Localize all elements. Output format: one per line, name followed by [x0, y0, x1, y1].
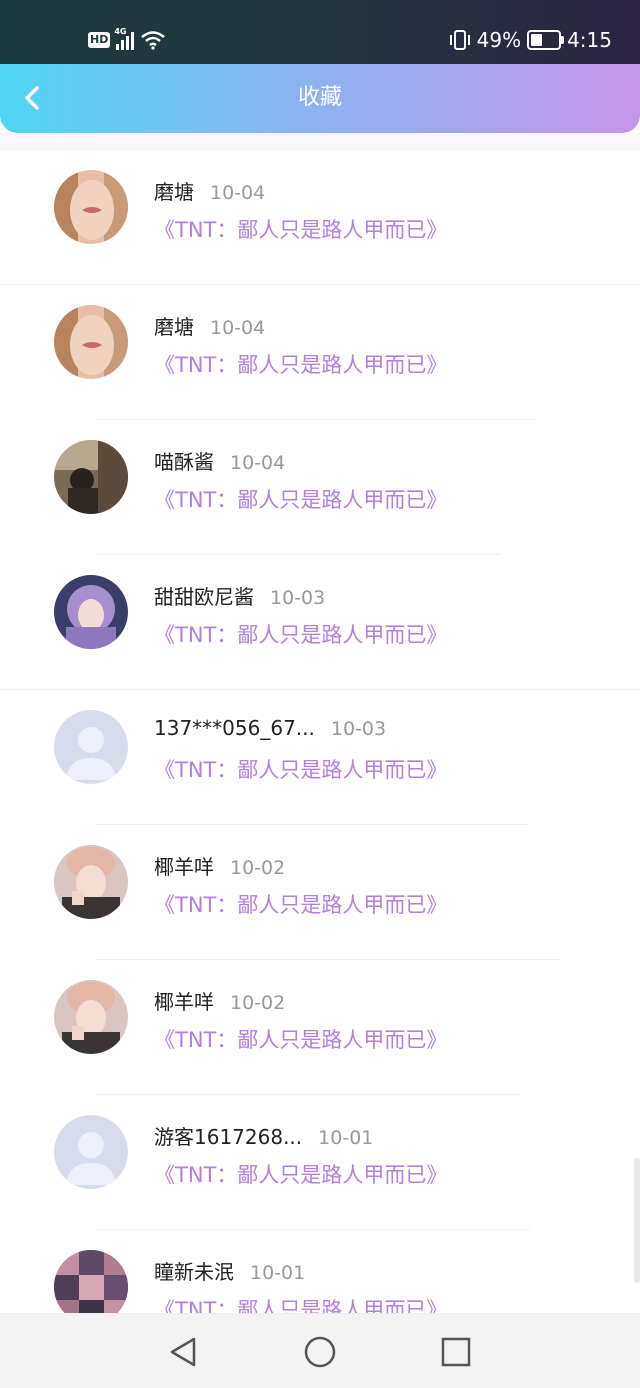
avatar[interactable]	[54, 980, 128, 1054]
user-name: 游客1617268... 10-01	[154, 1121, 373, 1150]
avatar[interactable]	[54, 710, 128, 784]
date-label: 10-02	[230, 992, 286, 1014]
user-name-text: 磨塘	[154, 315, 194, 339]
user-name-text: 甜甜欧尼酱	[154, 585, 254, 609]
user-name: 瞳新未泯 10-01	[154, 1256, 305, 1285]
network-type: 4G	[114, 27, 127, 36]
battery-percent: 49%	[476, 28, 522, 52]
recents-square-icon	[441, 1337, 471, 1367]
date-label: 10-02	[230, 857, 286, 879]
user-name-text: 椰羊咩	[154, 855, 214, 879]
battery-fill	[531, 34, 543, 46]
favorites-list: 磨塘 10-04 《TNT：鄙人只是路人甲而已》 磨塘 10-04 《TNT：鄙人只是路人…	[0, 150, 640, 1365]
page-title: 收藏	[297, 85, 342, 110]
nav-back-button[interactable]	[166, 1334, 202, 1370]
list-item[interactable]: 137***056_67... 10-03 《TNT：鄙人只是路人甲而已》	[0, 690, 640, 825]
user-name: 磨塘 10-04	[154, 311, 265, 340]
work-title-link[interactable]: 《TNT：鄙人只是路人甲而已》	[154, 484, 447, 514]
avatar[interactable]	[54, 1115, 128, 1189]
date-label: 10-04	[210, 182, 266, 204]
clock: 4:15	[567, 28, 612, 52]
system-nav-bar	[0, 1313, 640, 1388]
date-label: 10-04	[230, 452, 286, 474]
nav-home-button[interactable]	[302, 1334, 338, 1370]
status-left: HD 4G	[88, 26, 166, 54]
avatar[interactable]	[54, 575, 128, 649]
user-name-text: 瞳新未泯	[154, 1260, 234, 1284]
work-title-link[interactable]: 《TNT：鄙人只是路人甲而已》	[154, 889, 447, 919]
list-item[interactable]: 游客1617268... 10-01 《TNT：鄙人只是路人甲而已》	[0, 1095, 640, 1230]
work-title-link[interactable]: 《TNT：鄙人只是路人甲而已》	[154, 1024, 447, 1054]
user-name-text: 椰羊咩	[154, 990, 214, 1014]
avatar[interactable]	[54, 440, 128, 514]
user-name-text: 磨塘	[154, 180, 194, 204]
status-right: 49% 4:15	[449, 24, 612, 56]
avatar[interactable]	[54, 170, 128, 244]
date-label: 10-01	[318, 1127, 374, 1149]
battery-icon	[527, 30, 565, 50]
vibrate-icon	[449, 30, 470, 50]
user-name: 椰羊咩 10-02	[154, 986, 285, 1015]
scrollbar[interactable]	[634, 1158, 640, 1283]
work-title-link[interactable]: 《TNT：鄙人只是路人甲而已》	[154, 754, 447, 784]
signal-icon: 4G	[114, 27, 135, 50]
list-item[interactable]: 椰羊咩 10-02 《TNT：鄙人只是路人甲而已》	[0, 825, 640, 960]
user-name-text: 137***056_67...	[154, 716, 315, 740]
list-item[interactable]: 甜甜欧尼酱 10-03 《TNT：鄙人只是路人甲而已》	[0, 555, 640, 690]
user-name: 甜甜欧尼酱 10-03	[154, 581, 325, 610]
list-item[interactable]: 磨塘 10-04 《TNT：鄙人只是路人甲而已》	[0, 285, 640, 420]
user-name: 椰羊咩 10-02	[154, 851, 285, 880]
list-item[interactable]: 喵酥酱 10-04 《TNT：鄙人只是路人甲而已》	[0, 420, 640, 555]
work-title-link[interactable]: 《TNT：鄙人只是路人甲而已》	[154, 619, 447, 649]
date-label: 10-03	[330, 718, 387, 740]
wifi-icon	[141, 31, 166, 50]
user-name-text: 游客1617268...	[154, 1125, 303, 1149]
hd-badge: HD	[88, 32, 111, 48]
nav-recents-button[interactable]	[438, 1334, 474, 1370]
date-label: 10-04	[210, 317, 266, 339]
header-spacer	[0, 133, 640, 151]
list-item[interactable]: 椰羊咩 10-02 《TNT：鄙人只是路人甲而已》	[0, 960, 640, 1095]
list-item[interactable]: 磨塘 10-04 《TNT：鄙人只是路人甲而已》	[0, 150, 640, 285]
avatar[interactable]	[54, 305, 128, 379]
back-triangle-icon	[170, 1337, 196, 1367]
work-title-link[interactable]: 《TNT：鄙人只是路人甲而已》	[154, 214, 447, 244]
home-circle-icon	[304, 1336, 336, 1368]
user-name-text: 喵酥酱	[154, 450, 214, 474]
work-title-link[interactable]: 《TNT：鄙人只是路人甲而已》	[154, 1159, 447, 1189]
user-name: 喵酥酱 10-04	[154, 446, 285, 475]
avatar[interactable]	[54, 845, 128, 919]
app-header: 收藏	[0, 64, 640, 133]
date-label: 10-03	[270, 587, 326, 609]
date-label: 10-01	[250, 1262, 306, 1284]
user-name: 磨塘 10-04	[154, 176, 265, 205]
user-name: 137***056_67... 10-03	[154, 716, 386, 740]
work-title-link[interactable]: 《TNT：鄙人只是路人甲而已》	[154, 349, 447, 379]
